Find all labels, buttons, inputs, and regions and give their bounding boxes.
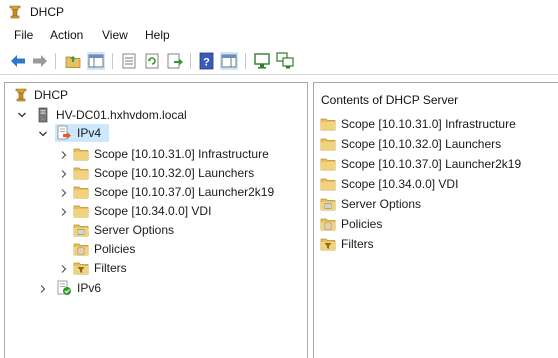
tree-item-scope[interactable]: Scope [10.10.32.0] Launchers: [73, 164, 254, 182]
tree-label: HV-DC01.hxhvdom.local: [56, 108, 187, 122]
server-icon: [38, 107, 48, 123]
list-item-label: Policies: [341, 217, 383, 231]
chevron-down-icon[interactable]: [38, 129, 48, 139]
svg-text:?: ?: [203, 57, 210, 69]
filters-icon: [320, 238, 336, 251]
tree-item-scope[interactable]: Scope [10.34.0.0] VDI: [73, 202, 211, 220]
list-item-label: Scope [10.34.0.0] VDI: [341, 177, 459, 191]
up-folder-icon[interactable]: [64, 52, 82, 70]
forward-arrow-icon[interactable]: [31, 52, 49, 70]
menu-help[interactable]: Help: [145, 28, 170, 42]
title-bar: DHCP: [0, 0, 558, 24]
list-item-label: Scope [10.10.32.0] Launchers: [341, 137, 502, 151]
tree-label: IPv6: [77, 281, 102, 295]
list-item[interactable]: Scope [10.10.31.0] Infrastructure: [320, 115, 516, 133]
monitor-icon[interactable]: [253, 52, 271, 70]
tree-item-scope[interactable]: Scope [10.10.37.0] Launcher2k19: [73, 183, 274, 201]
dhcp-server-icon: [9, 5, 21, 19]
tree-item-ipv6[interactable]: IPv6: [56, 279, 101, 297]
back-arrow-icon[interactable]: [9, 52, 27, 70]
policies-icon: [320, 218, 336, 231]
folder-icon: [320, 118, 336, 131]
chevron-right-icon[interactable]: [59, 207, 69, 217]
tree-label: Server Options: [94, 223, 175, 237]
list-item[interactable]: Scope [10.10.37.0] Launcher2k19: [320, 155, 521, 173]
dhcp-server-icon: [15, 88, 27, 102]
folder-icon: [320, 158, 336, 171]
menu-action[interactable]: Action: [50, 28, 83, 42]
list-item-label: Scope [10.10.37.0] Launcher2k19: [341, 157, 522, 171]
console-tree[interactable]: DHCP HV-DC01.hxhvdom.local IPv4 Scope [1…: [4, 82, 308, 358]
chevron-down-icon[interactable]: [17, 110, 27, 120]
ipv6-icon: [57, 280, 71, 295]
folder-icon: [320, 178, 336, 191]
show-hide-console-tree-icon[interactable]: [87, 52, 105, 70]
list-item-label: Scope [10.10.31.0] Infrastructure: [341, 117, 516, 131]
tree-item-server[interactable]: HV-DC01.hxhvdom.local: [35, 106, 187, 124]
list-item[interactable]: Filters: [320, 235, 374, 253]
tree-label: IPv4: [77, 126, 102, 140]
menu-bar: File Action View Help: [0, 26, 558, 46]
menu-view[interactable]: View: [102, 28, 128, 42]
contents-header: Contents of DHCP Server: [321, 93, 459, 107]
ipv4-icon: [57, 125, 71, 140]
tree-label: Filters: [94, 261, 127, 275]
filters-icon: [73, 262, 89, 275]
list-item[interactable]: Scope [10.10.32.0] Launchers: [320, 135, 501, 153]
tree-label: Scope [10.10.32.0] Launchers: [94, 166, 255, 180]
tree-item-dhcp[interactable]: DHCP: [13, 86, 68, 104]
window-title: DHCP: [30, 5, 65, 19]
list-item[interactable]: Server Options: [320, 195, 421, 213]
server-options-icon: [73, 224, 89, 237]
properties-icon[interactable]: [120, 52, 138, 70]
export-list-icon[interactable]: [166, 52, 184, 70]
tree-item-scope[interactable]: Scope [10.10.31.0] Infrastructure: [73, 145, 269, 163]
tree-item-server-options[interactable]: Server Options: [73, 221, 174, 239]
folder-icon: [73, 205, 89, 218]
refresh-icon[interactable]: [143, 52, 161, 70]
folder-icon: [73, 167, 89, 180]
chevron-right-icon[interactable]: [59, 169, 69, 179]
folder-icon: [73, 148, 89, 161]
menu-file[interactable]: File: [14, 28, 33, 42]
monitor-network-icon[interactable]: [276, 52, 294, 70]
list-item-label: Server Options: [341, 197, 422, 211]
help-icon[interactable]: ?: [198, 52, 216, 70]
folder-icon: [320, 138, 336, 151]
tree-item-ipv4[interactable]: IPv4: [56, 124, 101, 142]
folder-icon: [73, 186, 89, 199]
policies-icon: [73, 243, 89, 256]
tree-label: Scope [10.10.37.0] Launcher2k19: [94, 185, 275, 199]
tree-label: DHCP: [34, 88, 69, 102]
server-options-icon: [320, 198, 336, 211]
chevron-right-icon[interactable]: [59, 264, 69, 274]
chevron-right-icon[interactable]: [38, 284, 48, 294]
chevron-right-icon[interactable]: [59, 150, 69, 160]
list-item[interactable]: Scope [10.34.0.0] VDI: [320, 175, 458, 193]
tree-item-filters[interactable]: Filters: [73, 259, 127, 277]
chevron-right-icon[interactable]: [59, 188, 69, 198]
tree-label: Policies: [94, 242, 136, 256]
tree-label: Scope [10.34.0.0] VDI: [94, 204, 212, 218]
tree-item-policies[interactable]: Policies: [73, 240, 135, 258]
contents-pane[interactable]: Contents of DHCP Server Scope [10.10.31.…: [313, 82, 558, 358]
tree-label: Scope [10.10.31.0] Infrastructure: [94, 147, 269, 161]
show-action-pane-icon[interactable]: [220, 52, 238, 70]
toolbar: ?: [0, 48, 558, 75]
list-item-label: Filters: [341, 237, 374, 251]
list-item[interactable]: Policies: [320, 215, 382, 233]
